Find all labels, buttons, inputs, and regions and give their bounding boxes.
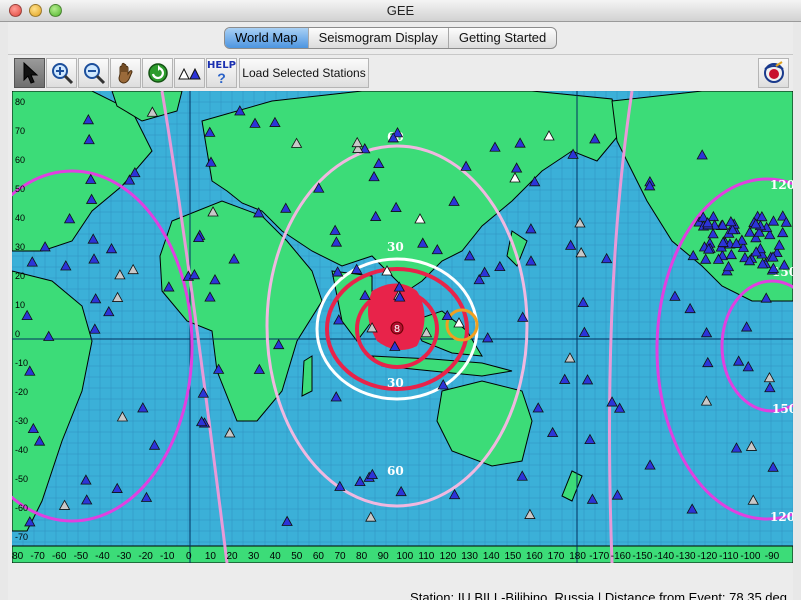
longitude-tick-label: -20 [138,551,153,562]
ring-label-30-upper: 30 [387,240,404,254]
longitude-tick-label: -110 [719,551,739,562]
longitude-tick-label: -30 [117,551,132,562]
latitude-tick-label: -30 [15,416,28,426]
longitude-tick-label: 20 [226,551,238,562]
longitude-tick-label: 150 [504,551,521,562]
longitude-tick-label: -140 [654,551,674,562]
magnifier-minus-icon [83,63,105,85]
longitude-tick-label: 40 [270,551,282,562]
latitude-tick-label: 60 [15,155,25,165]
ring-label-60-lower: 60 [387,464,404,478]
longitude-tick-label: -160 [611,551,631,562]
longitude-tick-label: 100 [396,551,413,562]
hand-icon [117,62,133,84]
pan-button[interactable] [110,58,141,88]
world-map[interactable]: 8 60 30 30 60 120 150 150 120 80 70 60 50 40… [12,91,793,563]
longitude-tick-label: -60 [52,551,67,562]
magnifier-plus-icon [51,63,73,85]
ring-label-120-bottom: 120 [770,510,793,524]
select-tool-button[interactable] [14,58,45,88]
longitude-tick-label: 140 [483,551,500,562]
longitude-tick-label: 170 [548,551,565,562]
longitude-tick-label: 90 [378,551,390,562]
triangles-icon [177,67,201,80]
longitude-tick-label: -50 [74,551,89,562]
longitude-tick-label: 160 [526,551,543,562]
longitude-tick-label: 180 [569,551,586,562]
longitude-tick-label: 0 [186,551,192,562]
ring-label-30-lower: 30 [387,376,404,390]
longitude-tick-label: -70 [30,551,45,562]
tab-world-map[interactable]: World Map [225,28,309,48]
longitude-tick-label: -40 [95,551,110,562]
latitude-tick-label: 20 [15,271,25,281]
world-map-canvas[interactable]: 8 60 30 30 60 120 150 150 120 80 70 60 50 40… [12,91,793,563]
event-shading [368,283,425,350]
longitude-tick-label: -100 [740,551,760,562]
green-refresh-icon [147,63,168,83]
longitude-tick-label: 110 [418,551,434,562]
latitude-tick-label: 80 [15,97,25,107]
longitude-tick-label: -10 [160,551,175,562]
help-button[interactable]: HELP ? [206,58,237,88]
reset-view-button[interactable] [142,58,173,88]
earthquake-event[interactable]: 8 [368,283,425,351]
title-bar: GEE [0,0,801,22]
longitude-tick-label: 120 [440,551,457,562]
latitude-tick-label: -10 [15,358,28,368]
latitude-tick-label: -70 [15,532,28,542]
longitude-tick-label: 30 [248,551,260,562]
latitude-tick-label: -50 [15,474,28,484]
event-label: 8 [394,324,400,335]
help-icon: HELP ? [207,60,236,86]
tab-getting-started[interactable]: Getting Started [449,28,556,48]
ring-label-150-lower: 150 [772,402,793,416]
latitude-tick-label: -20 [15,387,28,397]
longitude-tick-label: 60 [313,551,325,562]
latitude-tick-label: 40 [15,213,25,223]
about-button[interactable] [758,58,789,88]
seismo-logo-icon [763,61,784,83]
longitude-tick-label: 70 [334,551,346,562]
zoom-out-button[interactable] [78,58,109,88]
toolbar-divider [8,54,793,55]
station-display-button[interactable] [174,58,205,88]
ring-label-120-upper: 120 [770,178,793,192]
latitude-tick-label: 30 [15,242,25,252]
longitude-tick-label: 130 [461,551,478,562]
tab-bar: World Map Seismogram Display Getting Sta… [224,27,558,49]
longitude-labels: -80-70-60-50-40-30-20-100102030405060708… [12,551,780,562]
latitude-tick-label: -40 [15,445,28,455]
latitude-tick-label: 70 [15,126,25,136]
latitude-tick-label: -60 [15,503,28,513]
arrow-pointer-icon [23,62,38,84]
longitude-tick-label: 80 [356,551,368,562]
latitude-tick-label: 50 [15,184,25,194]
longitude-tick-label: -130 [676,551,696,562]
longitude-tick-label: -80 [12,551,24,562]
longitude-tick-label: -150 [632,551,652,562]
madagascar-land [301,355,313,397]
longitude-tick-label: -170 [589,551,609,562]
longitude-tick-label: -120 [697,551,717,562]
tab-seismogram-display[interactable]: Seismogram Display [309,28,449,48]
load-selected-stations-button[interactable]: Load Selected Stations [239,58,369,88]
status-bar: Station: IU.BILL-Bilibino, Russia | Dist… [410,590,787,600]
longitude-tick-label: -90 [765,551,780,562]
longitude-tick-label: 50 [291,551,303,562]
latitude-tick-label: 0 [15,329,20,339]
zoom-in-button[interactable] [46,58,77,88]
latitude-tick-label: 10 [15,300,25,310]
window-title: GEE [386,3,415,18]
longitude-tick-label: 10 [205,551,217,562]
